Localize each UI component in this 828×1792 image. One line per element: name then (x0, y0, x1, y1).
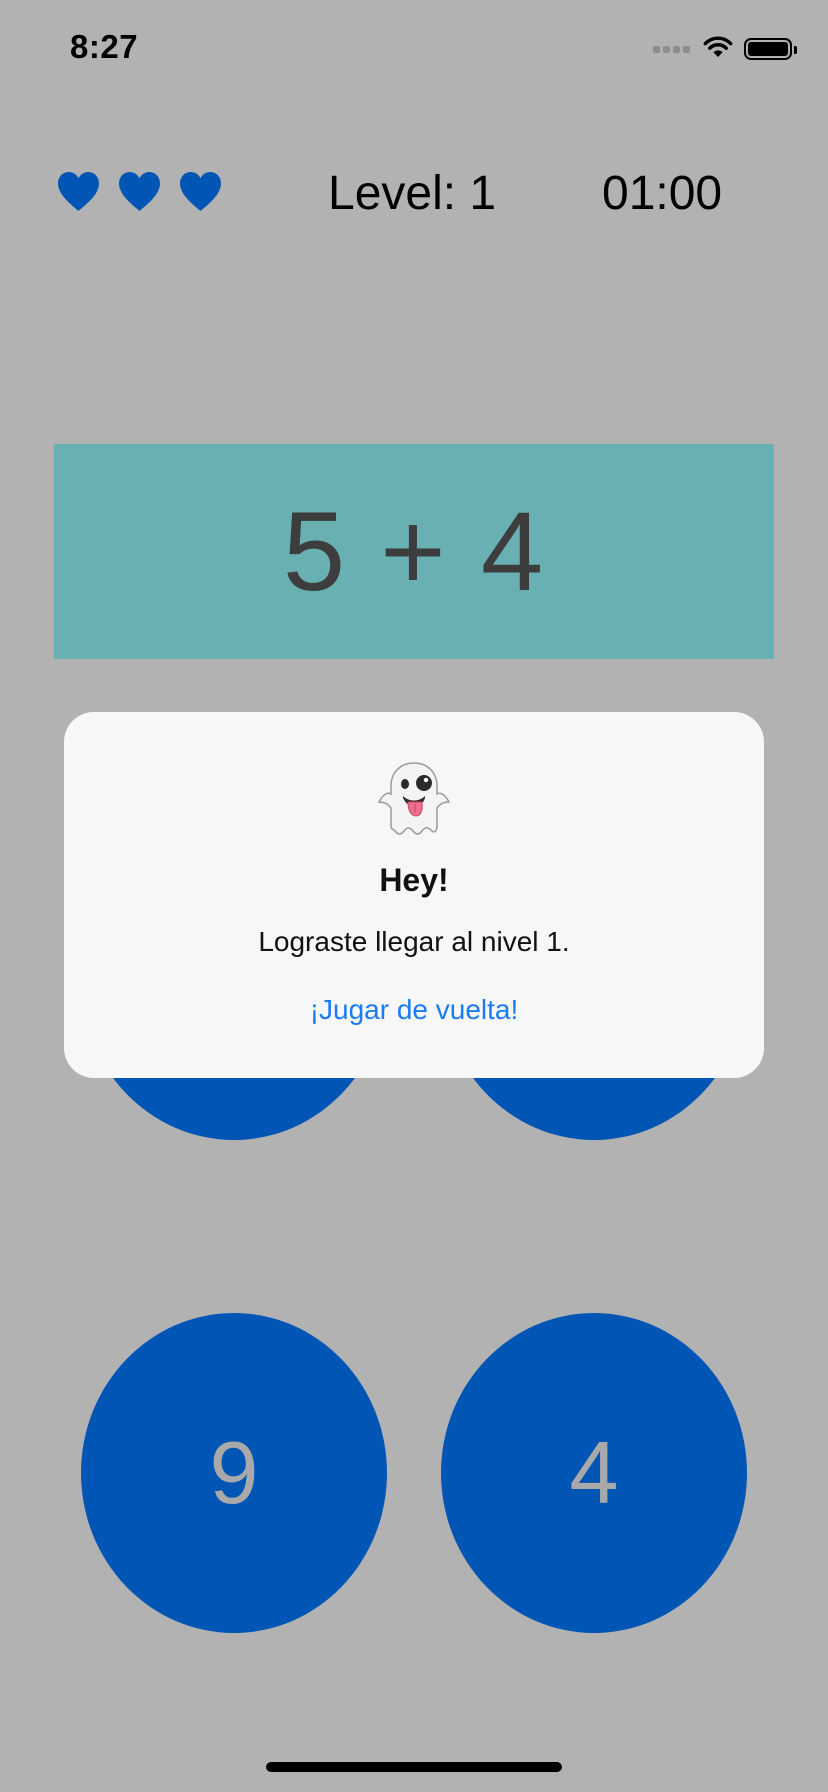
question-card: 5 + 4 (54, 444, 774, 659)
battery-icon (744, 38, 797, 60)
status-icons (653, 34, 797, 64)
play-again-button[interactable]: ¡Jugar de vuelta! (64, 994, 764, 1026)
countdown-timer: 01:00 (602, 167, 723, 220)
wifi-icon (702, 35, 734, 64)
game-hud: Level: 1 01:00 (0, 160, 828, 230)
ghost-icon (64, 760, 764, 838)
answer-button-3[interactable]: 9 (81, 1313, 387, 1633)
heart-icon (56, 170, 101, 212)
status-bar: 8:27 (0, 0, 828, 100)
alert-title: Hey! (379, 862, 449, 898)
heart-icon (178, 170, 223, 212)
answer-button-4[interactable]: 4 (441, 1313, 747, 1633)
home-indicator[interactable] (266, 1762, 562, 1772)
level-label: Level: 1 (328, 167, 497, 220)
alert-message: Lograste llegar al nivel 1. (258, 926, 570, 957)
cellular-signal-icon (653, 45, 690, 53)
status-time: 8:27 (70, 28, 139, 65)
heart-icon (117, 170, 162, 212)
level-alert-dialog: Hey! Lograste llegar al nivel 1. ¡Jugar … (64, 712, 764, 1078)
lives-indicator (56, 170, 223, 212)
question-text: 5 + 4 (282, 489, 546, 614)
